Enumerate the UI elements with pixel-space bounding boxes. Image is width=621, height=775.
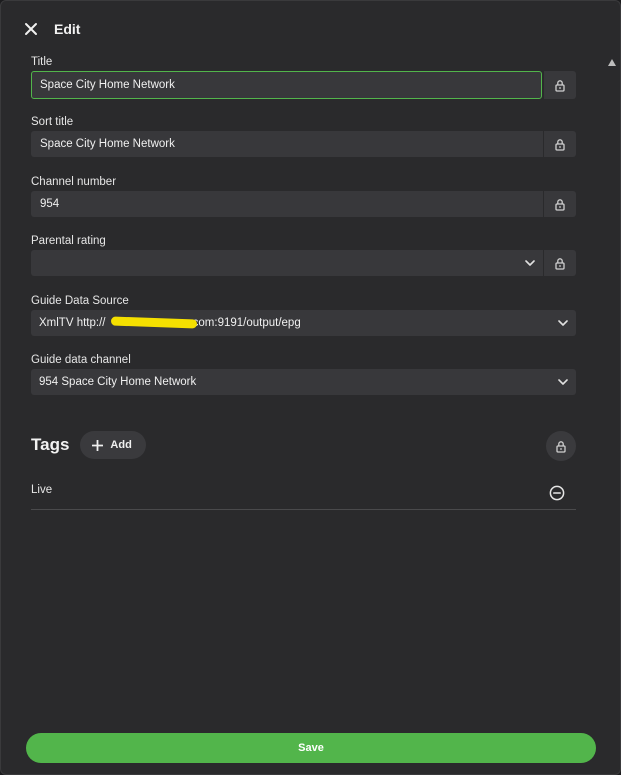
sort-title-input[interactable]	[31, 131, 543, 157]
chevron-down-icon	[558, 379, 568, 385]
add-tag-label: Add	[110, 439, 132, 451]
guide-data-source-select[interactable]: XmlTV http:// .com:9191/output/epg	[31, 310, 576, 336]
title-lock-button[interactable]	[543, 71, 576, 99]
channel-number-field: Channel number	[31, 175, 576, 217]
close-icon	[25, 23, 37, 35]
tags-header: Tags Add	[31, 430, 576, 461]
parental-rating-label: Parental rating	[31, 235, 106, 247]
tag-list-item: Live	[31, 477, 576, 510]
guide-source-suffix: .com:9191/output/epg	[189, 317, 301, 329]
edit-dialog: Edit Title Sort title	[0, 0, 621, 775]
chevron-down-icon	[525, 260, 535, 266]
title-field: Title	[31, 55, 576, 99]
guide-data-channel-value: 954 Space City Home Network	[39, 376, 197, 388]
tag-name: Live	[31, 484, 53, 496]
title-label: Title	[31, 56, 53, 68]
guide-source-prefix: XmlTV http://	[39, 317, 106, 329]
sort-title-label: Sort title	[31, 116, 74, 128]
lock-icon	[555, 138, 565, 151]
guide-data-source-label: Guide Data Source	[31, 295, 129, 307]
lock-icon	[555, 257, 565, 270]
guide-data-channel-field: Guide data channel 954 Space City Home N…	[31, 353, 576, 395]
parental-rating-field: Parental rating	[31, 234, 576, 276]
close-button[interactable]	[21, 19, 41, 39]
guide-data-channel-select[interactable]: 954 Space City Home Network	[31, 369, 576, 395]
guide-data-source-field: Guide Data Source XmlTV http:// .com:9191…	[31, 294, 576, 336]
dialog-header: Edit	[21, 18, 80, 40]
guide-data-channel-label: Guide data channel	[31, 354, 131, 366]
parental-rating-select[interactable]	[31, 250, 543, 276]
sort-title-lock-button[interactable]	[543, 131, 576, 157]
tags-title: Tags	[31, 435, 70, 454]
channel-number-label: Channel number	[31, 176, 117, 188]
minus-circle-icon	[549, 485, 565, 501]
lock-icon	[556, 440, 566, 453]
lock-icon	[555, 79, 565, 92]
lock-icon	[555, 198, 565, 211]
add-tag-button[interactable]: Add	[80, 431, 146, 459]
remove-tag-button[interactable]	[548, 484, 566, 502]
plus-icon	[92, 439, 104, 451]
tags-lock-button[interactable]	[546, 431, 576, 461]
scroll-up-arrow[interactable]	[608, 59, 616, 66]
title-input[interactable]	[31, 71, 542, 99]
parental-rating-lock-button[interactable]	[543, 250, 576, 276]
save-button[interactable]: Save	[26, 733, 596, 763]
chevron-down-icon	[558, 320, 568, 326]
dialog-title: Edit	[54, 21, 81, 37]
channel-number-input[interactable]	[31, 191, 543, 217]
sort-title-field: Sort title	[31, 115, 576, 157]
channel-number-lock-button[interactable]	[543, 191, 576, 217]
